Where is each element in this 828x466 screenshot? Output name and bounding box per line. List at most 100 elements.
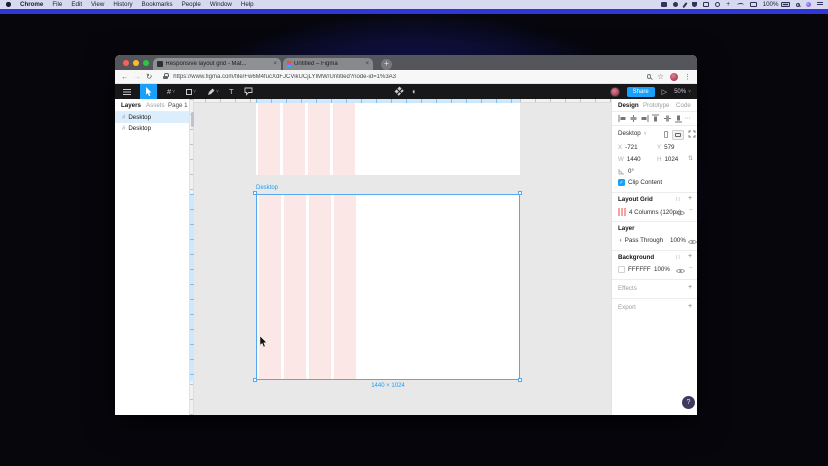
time-machine-icon[interactable] <box>715 2 720 7</box>
pen-tool-caret[interactable]: ˅ <box>216 89 219 95</box>
selection-handle-bottom-right[interactable] <box>518 378 522 382</box>
shape-tool[interactable] <box>186 89 192 95</box>
tab-design[interactable]: Design <box>618 102 639 109</box>
present-button[interactable]: ▷ <box>662 88 667 96</box>
layer-row-desktop-2[interactable]: # Desktop <box>115 123 189 134</box>
display-icon[interactable] <box>703 2 710 7</box>
move-tool-active[interactable] <box>140 84 157 99</box>
resize-to-fit-icon[interactable] <box>688 130 696 138</box>
background-opacity-field[interactable]: 100% <box>654 266 670 273</box>
background-styles-icon[interactable]: ∷ <box>676 254 681 261</box>
tab-responsive-layout-grid[interactable]: Responsive layout grid - Mat... × <box>153 58 281 70</box>
align-left-icon[interactable] <box>618 114 627 123</box>
mask-icon[interactable]: ◐ <box>412 84 417 99</box>
align-right-icon[interactable] <box>640 114 649 123</box>
selection-handle-top-left[interactable] <box>253 191 257 195</box>
reload-button[interactable]: ↻ <box>146 70 152 84</box>
selection-handle-top-right[interactable] <box>518 191 522 195</box>
add-background-button[interactable]: + <box>688 253 692 260</box>
figma-menu-icon[interactable] <box>123 89 131 95</box>
menu-help[interactable]: Help <box>241 1 254 8</box>
frame-desktop-selected[interactable] <box>256 194 520 380</box>
new-tab-button[interactable]: + <box>381 59 392 70</box>
layer-opacity-field[interactable]: 100% <box>670 237 686 244</box>
add-export-button[interactable]: + <box>688 303 692 310</box>
selection-handle-bottom-left[interactable] <box>253 378 257 382</box>
rotation-field[interactable]: 0° <box>618 168 634 175</box>
wifi-icon[interactable] <box>737 3 744 7</box>
tab-prototype[interactable]: Prototype <box>643 102 669 109</box>
tab-assets[interactable]: Assets <box>146 102 165 109</box>
orientation-portrait-button[interactable] <box>664 131 668 138</box>
menu-view[interactable]: View <box>91 1 104 8</box>
comment-tool[interactable] <box>244 87 253 96</box>
browser-menu-icon[interactable]: ⋮ <box>684 73 691 81</box>
frame-tool-caret[interactable]: ˅ <box>172 89 175 95</box>
back-button[interactable]: ← <box>121 70 129 84</box>
clip-content-checkbox[interactable]: ✓ Clip Content <box>618 179 662 186</box>
menu-file[interactable]: File <box>52 1 62 8</box>
orientation-landscape-button[interactable] <box>672 130 684 140</box>
layer-row-desktop-1[interactable]: # Desktop <box>115 112 189 123</box>
text-tool[interactable]: T <box>229 87 234 96</box>
minimize-window-button[interactable] <box>133 60 139 66</box>
screen-mirroring-icon[interactable] <box>661 2 667 7</box>
y-field[interactable]: Y 579 <box>657 144 674 151</box>
grid-styles-icon[interactable]: ∷ <box>676 196 681 203</box>
pen-tablet-icon[interactable] <box>682 2 687 8</box>
distribute-more-icon[interactable]: ⋯ <box>685 115 691 122</box>
width-field[interactable]: W 1440 <box>618 156 641 163</box>
blend-mode-dropdown[interactable]: ◑ Pass Through <box>618 237 663 244</box>
zoom-window-button[interactable] <box>143 60 149 66</box>
add-layout-grid-button[interactable]: + <box>688 195 692 202</box>
help-button[interactable]: ? <box>682 396 695 409</box>
background-visibility-eye-icon[interactable] <box>676 268 685 274</box>
grid-visibility-eye-icon[interactable] <box>676 210 685 216</box>
browser-profile-avatar[interactable] <box>670 73 678 81</box>
tab-close-icon[interactable]: × <box>273 61 277 67</box>
close-window-button[interactable] <box>123 60 129 66</box>
menu-edit[interactable]: Edit <box>71 1 82 8</box>
tab-layers[interactable]: Layers <box>121 102 141 109</box>
airplay-icon[interactable] <box>750 2 757 7</box>
frame-preset-dropdown[interactable]: Desktop ˅ <box>618 130 647 137</box>
x-field[interactable]: X -721 <box>618 144 638 151</box>
tab-untitled-figma[interactable]: Untitled – Figma × <box>283 58 373 70</box>
align-bottom-icon[interactable] <box>674 114 683 123</box>
vpn-icon[interactable] <box>692 2 697 7</box>
frame-tool[interactable]: # <box>167 87 171 96</box>
add-effect-button[interactable]: + <box>688 284 692 291</box>
do-not-disturb-icon[interactable] <box>673 2 678 7</box>
layout-grid-row[interactable]: 4 Columns (120px) <box>618 208 681 216</box>
tab-close-icon[interactable]: × <box>365 61 369 67</box>
height-field[interactable]: H 1024 <box>657 156 678 163</box>
spotlight-icon[interactable] <box>796 3 800 7</box>
frame-desktop-top[interactable] <box>256 103 520 175</box>
bookmark-star-icon[interactable]: ☆ <box>657 71 664 83</box>
component-icon[interactable] <box>395 87 405 97</box>
tab-code[interactable]: Code <box>676 102 691 109</box>
menu-people[interactable]: People <box>182 1 201 8</box>
remove-grid-button[interactable]: − <box>689 207 693 214</box>
color-swatch[interactable] <box>618 266 625 273</box>
menu-window[interactable]: Window <box>210 1 232 8</box>
notification-center-icon[interactable] <box>817 2 823 7</box>
share-button[interactable]: Share <box>627 87 655 97</box>
align-vertical-center-icon[interactable] <box>663 114 672 123</box>
layer-visibility-eye-icon[interactable] <box>688 239 697 245</box>
zoom-page-icon[interactable] <box>647 74 652 79</box>
shape-tool-caret[interactable]: ˅ <box>193 89 196 95</box>
menu-chrome[interactable]: Chrome <box>20 1 43 8</box>
https-lock-icon[interactable] <box>163 76 168 80</box>
menu-history[interactable]: History <box>113 1 132 8</box>
siri-icon[interactable] <box>806 2 812 8</box>
frame-name-label[interactable]: Desktop <box>256 185 278 191</box>
menu-bookmarks[interactable]: Bookmarks <box>142 1 173 8</box>
address-field[interactable]: https://www.figma.com/file/Fw6M4fucXdFJC… <box>173 74 641 80</box>
plus-icon[interactable]: + <box>726 2 731 7</box>
forward-button[interactable]: → <box>134 70 142 84</box>
battery-status[interactable]: 100% <box>763 1 790 8</box>
align-top-icon[interactable] <box>651 114 660 123</box>
apple-icon[interactable] <box>6 2 11 8</box>
figma-user-avatar[interactable] <box>610 87 620 97</box>
